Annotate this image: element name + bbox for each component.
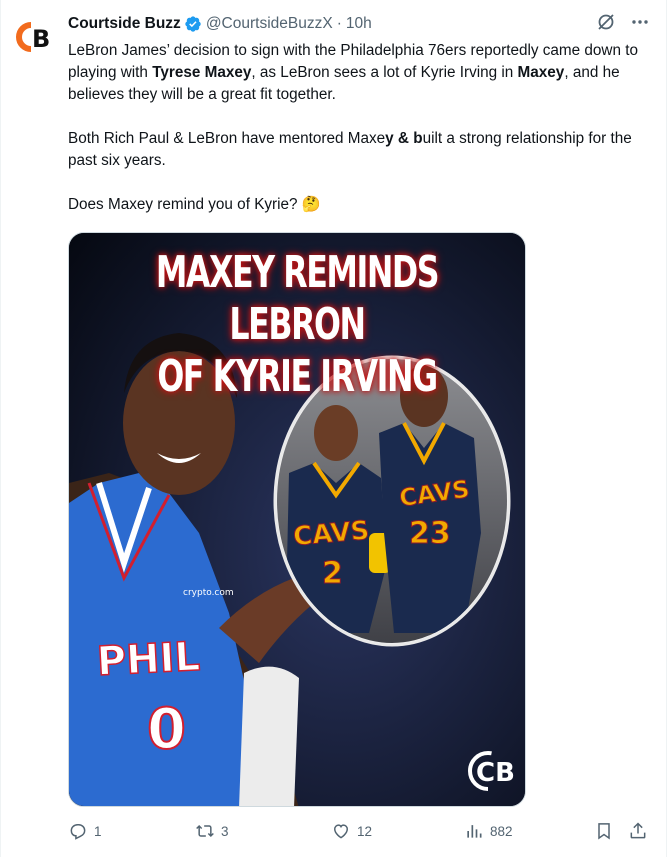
tweet-paragraph-1: LeBron James’ decision to sign with the … [68,42,638,103]
verified-badge-icon [184,15,202,33]
media-image[interactable]: PHIL 0 crypto.com CAVS 2 CAVS 23 CB MAXE… [68,232,526,807]
watermark-text: CB [476,758,515,788]
svg-text:B: B [32,25,50,53]
heart-icon [331,821,351,841]
reply-button[interactable]: 1 [68,820,102,842]
repost-icon [195,821,215,841]
headline-line-2: OF KYRIE IRVING [157,351,438,402]
left-jersey-text: PHIL [96,634,201,685]
author-handle[interactable]: @CourtsideBuzzX [206,15,333,33]
reply-count: 1 [94,823,102,839]
share-icon [628,821,648,841]
tweet-card[interactable]: B Courtside Buzz @CourtsideBuzzX · 10h L… [0,0,667,857]
like-count: 12 [357,823,373,839]
grok-icon[interactable] [596,12,616,32]
kyrie-jersey-number: 2 [322,556,343,591]
more-options-icon[interactable] [630,12,650,32]
repost-button[interactable]: 3 [195,820,229,842]
headline-line-1: MAXEY REMINDS LEBRON [155,247,440,350]
share-button[interactable] [628,820,648,842]
bookmark-icon [594,821,614,841]
tweet-text: LeBron James’ decision to sign with the … [68,40,653,216]
bookmark-button[interactable] [594,820,614,842]
tweet-paragraph-3: Does Maxey remind you of Kyrie? 🤔 [68,196,321,213]
timestamp[interactable]: 10h [346,15,372,33]
views-count: 882 [490,823,513,839]
views-icon [464,821,484,841]
left-jersey-number: 0 [147,697,186,762]
media-headline: MAXEY REMINDS LEBRON OF KYRIE IRVING [133,247,461,403]
tweet-header: Courtside Buzz @CourtsideBuzzX · 10h [68,13,372,35]
action-bar: 1 3 12 882 [68,820,652,842]
repost-count: 3 [221,823,229,839]
author-name[interactable]: Courtside Buzz [68,15,181,33]
sponsor-patch-text: crypto.com [183,588,234,598]
top-right-icons [596,12,650,32]
views-button[interactable]: 882 [464,820,513,842]
lebron-jersey-number: 23 [409,516,451,551]
separator: · [336,15,342,32]
avatar[interactable]: B [14,17,54,57]
tweet-paragraph-2: Both Rich Paul & LeBron have mentored Ma… [68,130,632,169]
reply-icon [68,821,88,841]
like-button[interactable]: 12 [331,820,372,842]
